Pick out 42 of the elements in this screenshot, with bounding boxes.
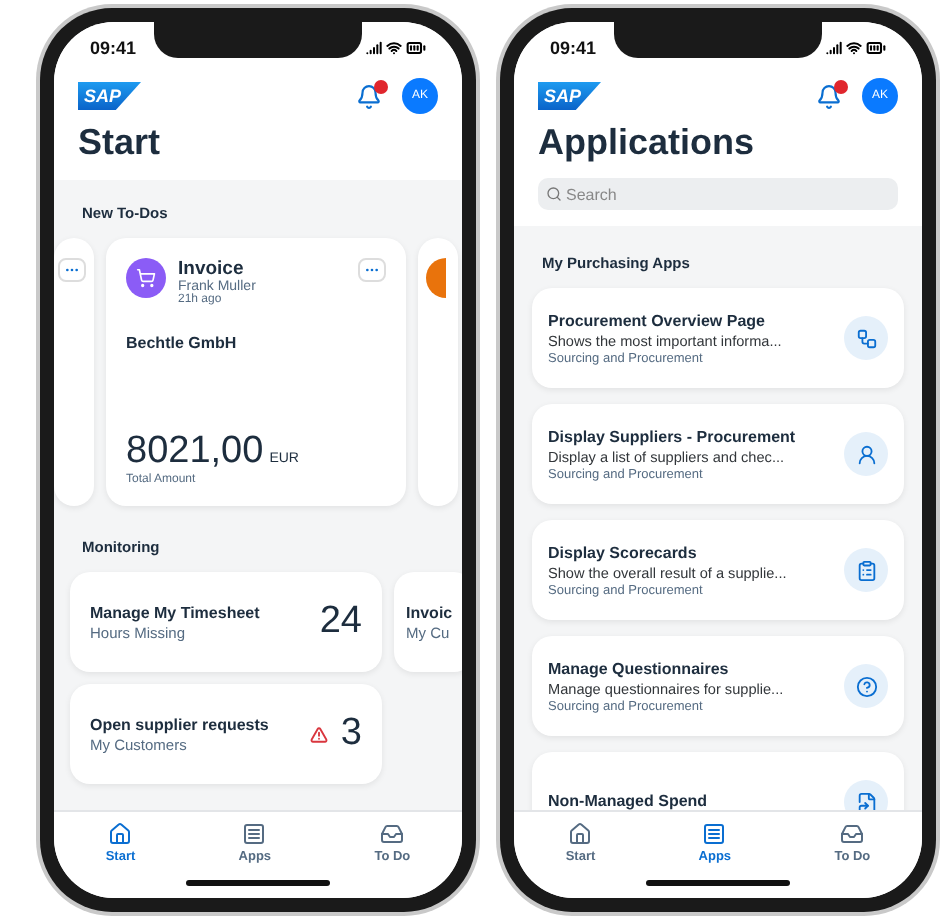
signal-icon [826,40,842,56]
tile-value: 3 [340,712,362,756]
home-icon [568,822,593,846]
list-icon [242,822,267,846]
signal-icon [366,40,382,56]
total-amount: 8021,00 [126,430,264,473]
notifications-button[interactable] [356,83,382,109]
status-time: 09:41 [550,38,597,58]
page-title: Applications [538,122,757,164]
battery-icon [866,38,886,58]
todo-type-icon [426,258,446,298]
company-logo: SAP [538,82,602,110]
status-time: 09:41 [90,38,137,58]
app-title: Display Scorecards [548,543,699,561]
app-icon [844,548,888,592]
app-tile[interactable]: Non-Managed Spend [532,752,904,810]
more-button[interactable] [58,258,86,282]
app-title: Manage Questionnaires [548,659,731,677]
page-title: Start [78,122,163,164]
notifications-button[interactable] [816,83,842,109]
wifi-icon [846,40,862,56]
todo-card[interactable] [418,238,458,506]
tile-value: 24 [319,600,362,644]
more-button[interactable] [358,258,386,282]
inbox-icon [840,822,865,846]
todo-title: Invoice [178,258,244,280]
app-title: Display Suppliers - Procurement [548,427,798,445]
search-field[interactable]: Search [538,178,898,210]
app-icon [844,316,888,360]
cart-icon [126,258,166,298]
battery-icon [406,38,426,58]
app-icon [844,432,888,476]
inbox-icon [380,822,405,846]
company-logo: SAP [78,82,142,110]
list-icon [702,822,727,846]
app-title: Non-Managed Spend [548,792,710,810]
app-title: Procurement Overview Page [548,311,767,329]
home-icon [108,822,133,846]
app-icon [844,664,888,708]
company-name: Bechtle GmbH [126,334,239,352]
wifi-icon [386,40,402,56]
search-icon [546,186,562,202]
